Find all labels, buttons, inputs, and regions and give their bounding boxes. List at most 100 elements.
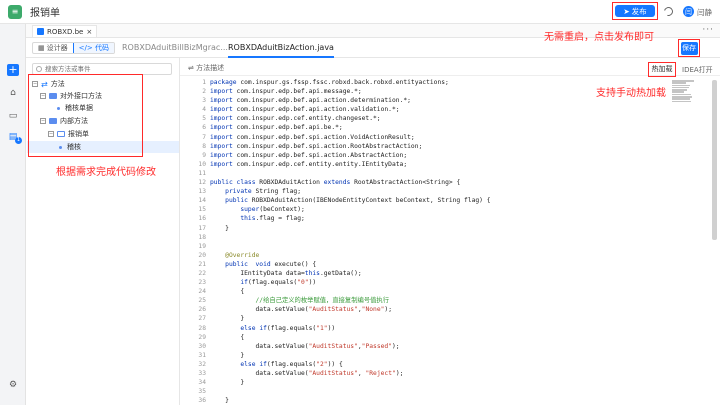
- line-number: 22: [198, 269, 206, 277]
- code-line[interactable]: private String flag;: [210, 187, 670, 196]
- code-line[interactable]: import com.inspur.edp.cef.entity.entity.…: [210, 160, 670, 169]
- close-icon[interactable]: ×: [86, 28, 92, 36]
- avatar[interactable]: 闫: [683, 6, 694, 17]
- code-line[interactable]: public ROBXDAduitAction(IBENodeEntityCon…: [210, 196, 670, 205]
- code-line[interactable]: data.setValue("AuditStatus","None");: [210, 305, 670, 314]
- vertical-scrollbar[interactable]: [712, 80, 717, 240]
- code-line[interactable]: {: [210, 287, 670, 296]
- minimap[interactable]: [672, 80, 696, 110]
- code-line[interactable]: {: [210, 333, 670, 342]
- line-number: 21: [198, 260, 206, 268]
- tab-aduit-action[interactable]: ROBXDAduitBizAction.java: [228, 38, 334, 58]
- line-number: 29: [198, 333, 206, 341]
- line-number: 19: [198, 242, 206, 250]
- code-note: 根据需求完成代码修改: [56, 167, 156, 178]
- line-number: 8: [202, 142, 206, 150]
- code-line[interactable]: else if(flag.equals("1")): [210, 324, 670, 333]
- code-line[interactable]: else if(flag.equals("2")) {: [210, 360, 670, 369]
- code-line[interactable]: [210, 233, 670, 242]
- search-input[interactable]: [45, 65, 165, 73]
- file-tab-robxd[interactable]: ROBXD.be ×: [32, 25, 98, 37]
- line-number: 14: [198, 197, 206, 205]
- line-number: 11: [198, 169, 206, 177]
- line-number: 10: [198, 160, 206, 168]
- code-line[interactable]: }: [210, 224, 670, 233]
- line-number: 23: [198, 279, 206, 287]
- line-number: 13: [198, 188, 206, 196]
- code-line[interactable]: }: [210, 314, 670, 323]
- code-line[interactable]: data.setValue("AuditStatus", "Reject");: [210, 369, 670, 378]
- app-title: 报销单: [30, 8, 60, 19]
- outline-label[interactable]: ⇌ 方法描述: [188, 63, 224, 73]
- line-number: 15: [198, 206, 206, 214]
- tree-highlight: [28, 74, 143, 157]
- code-line[interactable]: super(beContext);: [210, 205, 670, 214]
- code-line[interactable]: //给自己定义的枚举赋值，直接复制编号值执行: [210, 296, 670, 305]
- code-line[interactable]: [210, 169, 670, 178]
- code-line[interactable]: import com.inspur.edp.bef.spi.action.Roo…: [210, 142, 670, 151]
- line-number: 2: [202, 88, 206, 96]
- line-number: 17: [198, 224, 206, 232]
- line-number: 1: [202, 79, 206, 86]
- grid-icon: ▦: [38, 44, 45, 52]
- publish-note: 无需重启，点击发布即可: [544, 32, 654, 43]
- line-number: 26: [198, 306, 206, 314]
- code-line[interactable]: import com.inspur.edp.bef.spi.action.Abs…: [210, 151, 670, 160]
- line-number: 31: [198, 351, 206, 359]
- more-icon[interactable]: ···: [702, 25, 714, 35]
- code-line[interactable]: [210, 242, 670, 251]
- line-number: 36: [198, 397, 206, 405]
- left-rail: + ⌂ ▭ ▤ 1 ⚙: [0, 24, 26, 405]
- search-icon: [36, 66, 42, 72]
- file-icon: [37, 28, 44, 35]
- line-number: 3: [202, 97, 206, 105]
- open-in-idea-link[interactable]: IDEA打开: [682, 65, 713, 75]
- save-highlight: 保存: [678, 39, 700, 57]
- line-number: 6: [202, 124, 206, 132]
- line-number: 34: [198, 379, 206, 387]
- code-line[interactable]: import com.inspur.edp.bef.spi.action.Voi…: [210, 133, 670, 142]
- publish-button[interactable]: ➤ 发布: [615, 5, 655, 17]
- code-line[interactable]: }: [210, 396, 670, 405]
- code-line[interactable]: }: [210, 351, 670, 360]
- badge-count: 1: [15, 137, 22, 144]
- save-button[interactable]: 保存: [680, 41, 698, 55]
- code-line[interactable]: }: [210, 378, 670, 387]
- code-line[interactable]: import com.inspur.edp.bef.api.action.val…: [210, 105, 670, 114]
- gear-icon[interactable]: ⚙: [8, 380, 18, 390]
- code-line[interactable]: IEntityData data=this.getData();: [210, 269, 670, 278]
- publish-highlight: ➤ 发布: [612, 2, 658, 20]
- code-toggle[interactable]: </> 代码: [72, 43, 114, 53]
- line-number: 30: [198, 342, 206, 350]
- code-line[interactable]: [210, 387, 670, 396]
- code-editor[interactable]: package com.inspur.gs.fssp.fssc.robxd.ba…: [210, 78, 670, 405]
- view-toggle: ▦ 设计器 </> 代码: [32, 42, 115, 54]
- home-icon[interactable]: ⌂: [8, 88, 18, 98]
- monitor-icon[interactable]: ▭: [8, 111, 18, 121]
- code-line[interactable]: package com.inspur.gs.fssp.fssc.robxd.ba…: [210, 78, 670, 87]
- code-line[interactable]: public class ROBXDAduitAction extends Ro…: [210, 178, 670, 187]
- code-line[interactable]: import com.inspur.edp.bef.api.message.*;: [210, 87, 670, 96]
- user-name[interactable]: 闫静: [697, 7, 712, 18]
- code-line[interactable]: import com.inspur.edp.bef.api.be.*;: [210, 123, 670, 132]
- code-line[interactable]: data.setValue("AuditStatus","Passed");: [210, 342, 670, 351]
- line-number: 24: [198, 288, 206, 296]
- code-line[interactable]: @Override: [210, 251, 670, 260]
- line-number: 25: [198, 297, 206, 305]
- rocket-icon: ➤: [623, 6, 630, 16]
- code-line[interactable]: if(flag.equals("0")): [210, 278, 670, 287]
- code-line[interactable]: import com.inspur.edp.cef.entity.changes…: [210, 114, 670, 123]
- hot-reload-button[interactable]: 热加载: [648, 62, 676, 77]
- line-number: 27: [198, 315, 206, 323]
- add-button[interactable]: +: [7, 64, 19, 76]
- line-number: 9: [202, 151, 206, 159]
- line-number: 32: [198, 360, 206, 368]
- designer-toggle[interactable]: ▦ 设计器: [33, 43, 73, 53]
- code-line[interactable]: import com.inspur.edp.bef.api.action.det…: [210, 96, 670, 105]
- tab-bizmgr[interactable]: ROBXDAduitBillBizMgrac...: [122, 38, 228, 58]
- code-line[interactable]: public void execute() {: [210, 260, 670, 269]
- line-number: 12: [198, 179, 206, 187]
- code-line[interactable]: this.flag = flag;: [210, 214, 670, 223]
- line-number: 5: [202, 115, 206, 123]
- app-logo-icon: ≡: [8, 4, 22, 19]
